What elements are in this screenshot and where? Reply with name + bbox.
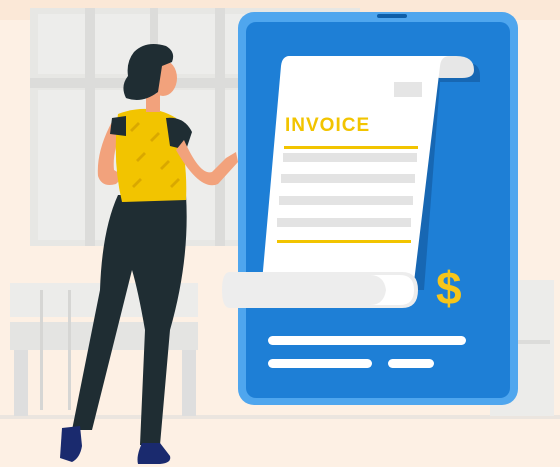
invoice-underline (284, 146, 418, 149)
invoice-total-line (277, 240, 411, 243)
left-sleeve (110, 116, 126, 136)
phone-speaker (377, 14, 407, 18)
invoice-title: INVOICE (285, 115, 370, 136)
invoice-illustration: INVOICE $ (0, 0, 560, 467)
invoice-logo-placeholder (394, 82, 422, 97)
illustration-stage: INVOICE $ (0, 0, 560, 467)
dollar-sign-icon: $ (436, 262, 462, 314)
